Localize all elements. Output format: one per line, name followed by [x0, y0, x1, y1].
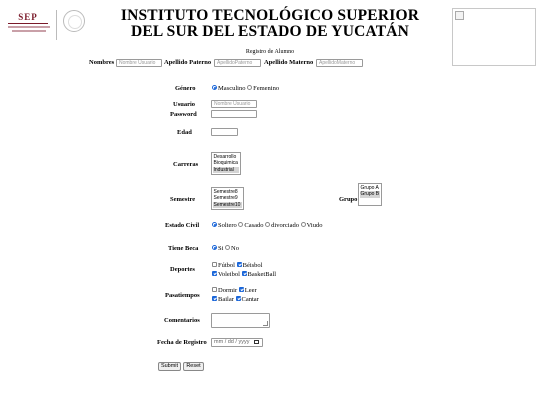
checkbox-cantar[interactable] — [235, 296, 241, 302]
sep-logo: SEP — [6, 10, 86, 42]
checkbox-dormir[interactable] — [212, 287, 217, 293]
institute-logo-image — [452, 8, 536, 66]
carreras-select[interactable]: Desarrollo Bioquimica Industrial — [211, 152, 241, 175]
checkbox-bailar[interactable] — [212, 296, 217, 302]
broken-image-icon — [455, 11, 464, 20]
tiene-beca-label: Tiene Beca — [168, 245, 199, 252]
semestre-label: Semestre — [170, 196, 196, 203]
deportes-row-2: Voleibol BasketBall — [212, 271, 276, 278]
submit-button[interactable]: Submit — [158, 362, 181, 371]
password-label: Password — [170, 111, 197, 118]
radio-masculino[interactable] — [212, 85, 217, 91]
beca-options: Si No — [212, 245, 239, 252]
nombres-input[interactable]: Nombre Usuario — [116, 59, 162, 67]
calendar-icon[interactable] — [254, 340, 259, 344]
usuario-input[interactable]: Nombre Usuario — [211, 100, 257, 108]
fecha-registro-input[interactable]: mm / dd / yyyy — [211, 338, 263, 347]
reset-button[interactable]: Reset — [183, 362, 204, 371]
form-subtitle: Registro de Alumno — [245, 49, 295, 55]
radio-no[interactable] — [225, 245, 231, 251]
apellido-materno-label: Apellido Materno — [264, 59, 314, 66]
checkbox-leer[interactable] — [238, 287, 244, 293]
password-input[interactable] — [211, 110, 257, 118]
genero-label: Género — [175, 85, 196, 92]
genero-options: Masculino Femenino — [212, 85, 279, 92]
edad-label: Edad — [177, 129, 192, 136]
deportes-row-1: Fútbol Béisbol — [212, 262, 262, 269]
carreras-option[interactable]: Bioquimica — [213, 160, 239, 166]
carreras-option[interactable]: Industrial — [213, 166, 239, 173]
radio-divorciado[interactable] — [265, 222, 271, 228]
semestre-option[interactable]: Semestre10 — [213, 201, 242, 208]
radio-soltero[interactable] — [212, 222, 217, 228]
pasatiempos-row-1: Dormir Leer — [212, 287, 257, 294]
estado-civil-options: Soltero Casado divorciado Viudo — [212, 222, 322, 229]
pasatiempos-label: Pasatiempos — [165, 292, 200, 299]
grupo-option[interactable]: Grupo B — [360, 191, 380, 198]
seal-icon — [63, 10, 85, 32]
nombres-label: Nombres — [89, 59, 115, 66]
semestre-option[interactable]: Semestre9 — [213, 195, 242, 201]
comentarios-label: Comentarios — [164, 317, 200, 324]
semestre-select[interactable]: Semestre8 Semestre9 Semestre10 — [211, 187, 244, 210]
checkbox-basketball[interactable] — [241, 271, 247, 277]
apellido-paterno-label: Apellido Paterno — [164, 59, 212, 66]
apellido-materno-input[interactable]: ApellidoMaterno — [316, 59, 363, 67]
fecha-registro-label: Fecha de Registro — [157, 339, 207, 346]
radio-casado[interactable] — [238, 222, 244, 228]
usuario-label: Usuario — [173, 101, 196, 108]
deportes-label: Deportes — [170, 266, 195, 273]
comentarios-textarea[interactable] — [211, 313, 270, 328]
pasatiempos-row-2: Bailar Cantar — [212, 296, 259, 303]
carreras-label: Carreras — [173, 161, 199, 168]
radio-si[interactable] — [212, 245, 217, 251]
checkbox-beisbol[interactable] — [236, 262, 242, 268]
checkbox-voleibol[interactable] — [212, 271, 217, 277]
apellido-paterno-input[interactable]: ApellidoPaterno — [214, 59, 261, 67]
resize-grip-icon[interactable] — [263, 321, 268, 326]
checkbox-futbol[interactable] — [212, 262, 217, 268]
grupo-label: Grupo — [339, 196, 358, 203]
grupo-select[interactable]: Grupo A Grupo B — [358, 183, 382, 206]
edad-input[interactable] — [211, 128, 238, 136]
estado-civil-label: Estado Civil — [165, 222, 200, 229]
sep-logo-text: SEP — [18, 12, 38, 22]
page-title: INSTITUTO TECNOLÓGICO SUPERIOR DEL SUR D… — [120, 7, 420, 40]
radio-viudo[interactable] — [300, 222, 306, 228]
radio-femenino[interactable] — [247, 85, 253, 91]
